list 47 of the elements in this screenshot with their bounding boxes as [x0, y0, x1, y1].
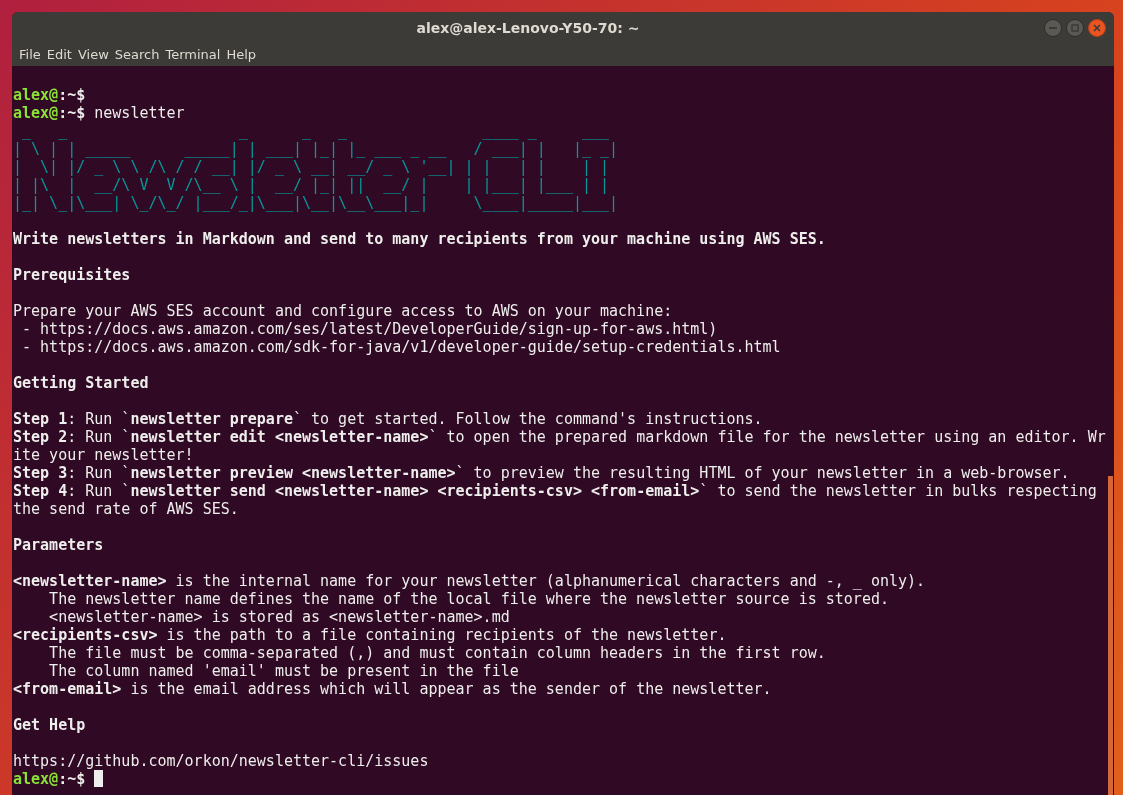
prompt-user: alex@: [13, 104, 59, 122]
output-line: - https://docs.aws.amazon.com/sdk-for-java/v1/developer-guide/setup-credentials.html: [21, 338, 781, 356]
output-line: ite your newsletter!: [13, 446, 194, 464]
ascii-art-line: | \| |/ _ \ \ /\ / / __| |/ _ \ __| __/ _ \ '__| | | | | | |: [13, 158, 611, 176]
close-button[interactable]: [1088, 19, 1106, 37]
menu-item[interactable]: File: [17, 45, 43, 65]
prompt-user: alex@: [13, 770, 59, 788]
output-line: Getting Started: [13, 374, 149, 392]
prompt-user: alex@: [13, 86, 59, 104]
output-line: <newsletter-name> is the internal name for your newsletter (alphanumerical characters and -, _ only).: [13, 572, 926, 590]
output-line: Step 2: Run `newsletter edit <newsletter-name>` to open the prepared markdown file for the newsletter using an editor. Wr: [13, 428, 1106, 446]
menu-item[interactable]: View: [75, 45, 111, 65]
output-line: The newsletter name defines the name of the local file where the newsletter source is stored.: [48, 590, 889, 608]
prompt-path: :~$: [58, 770, 86, 788]
output-line: The column named 'email' must be present in the file: [48, 662, 519, 680]
output-line: Prerequisites: [13, 266, 131, 284]
output-line: Step 1: Run `newsletter prepare` to get started. Follow the command's instructions.: [13, 410, 763, 428]
output-line: Step 4: Run `newsletter send <newsletter-name> <recipients-csv> <from-email>` to send the newsletter in bulks respecting: [13, 482, 1097, 500]
output-line: - https://docs.aws.amazon.com/ses/latest/DeveloperGuide/sign-up-for-aws.html): [21, 320, 718, 338]
menu-item[interactable]: Help: [224, 45, 259, 65]
ascii-art-line: |_| \_|\___| \_/\_/ |___/_|\___|\__|\__\___|_| \____|_____|___|: [13, 194, 619, 212]
output-line: https://github.com/orkon/newsletter-cli/issues: [13, 752, 429, 770]
output-line: Get Help: [13, 716, 86, 734]
prompt-path: :~$: [58, 86, 86, 104]
maximize-button[interactable]: [1066, 19, 1084, 37]
close-icon: [1093, 24, 1101, 32]
maximize-icon: [1071, 24, 1079, 32]
scrollbar-thumb[interactable]: [1108, 476, 1113, 795]
ascii-art-line: _ _ _ _ _ ____ _ ___: [21, 122, 611, 140]
output-line: Write newsletters in Markdown and send to many recipients from your machine using AWS SES.: [13, 230, 826, 248]
minimize-button[interactable]: [1044, 19, 1062, 37]
menu-item[interactable]: Terminal: [163, 45, 223, 65]
ascii-art-line: | |\ | __/\ V V /\__ \ | __/ |_| || __/ | | |___| |___ | |: [13, 176, 611, 194]
menu-item[interactable]: Edit: [44, 45, 74, 65]
output-line: <recipients-csv> is the path to a file containing recipients of the newsletter.: [13, 626, 727, 644]
window-title: alex@alex-Lenovo-Y50-70: ~: [416, 18, 640, 38]
command-text: newsletter: [93, 104, 185, 122]
prompt-path: :~$: [58, 104, 86, 122]
ascii-art-line: | \ | | _____ _____| | ___| |_| |_ ___ _ __ / ___| | |_ _|: [13, 140, 619, 158]
output-line: Parameters: [13, 536, 104, 554]
output-line: <from-email> is the email address which will appear as the sender of the newsletter.: [13, 680, 772, 698]
output-line: <newsletter-name> is stored as <newsletter-name>.md: [48, 608, 510, 626]
output-line: Step 3: Run `newsletter preview <newsletter-name>` to preview the resulting HTML of your newsletter in a web-browser.: [13, 464, 1070, 482]
menu-item[interactable]: Search: [112, 45, 162, 65]
output-line: The file must be comma-separated (,) and must contain column headers in the first row.: [48, 644, 826, 662]
output-line: Prepare your AWS SES account and configure access to AWS on your machine:: [13, 302, 673, 320]
output-line: the send rate of AWS SES.: [13, 500, 239, 518]
